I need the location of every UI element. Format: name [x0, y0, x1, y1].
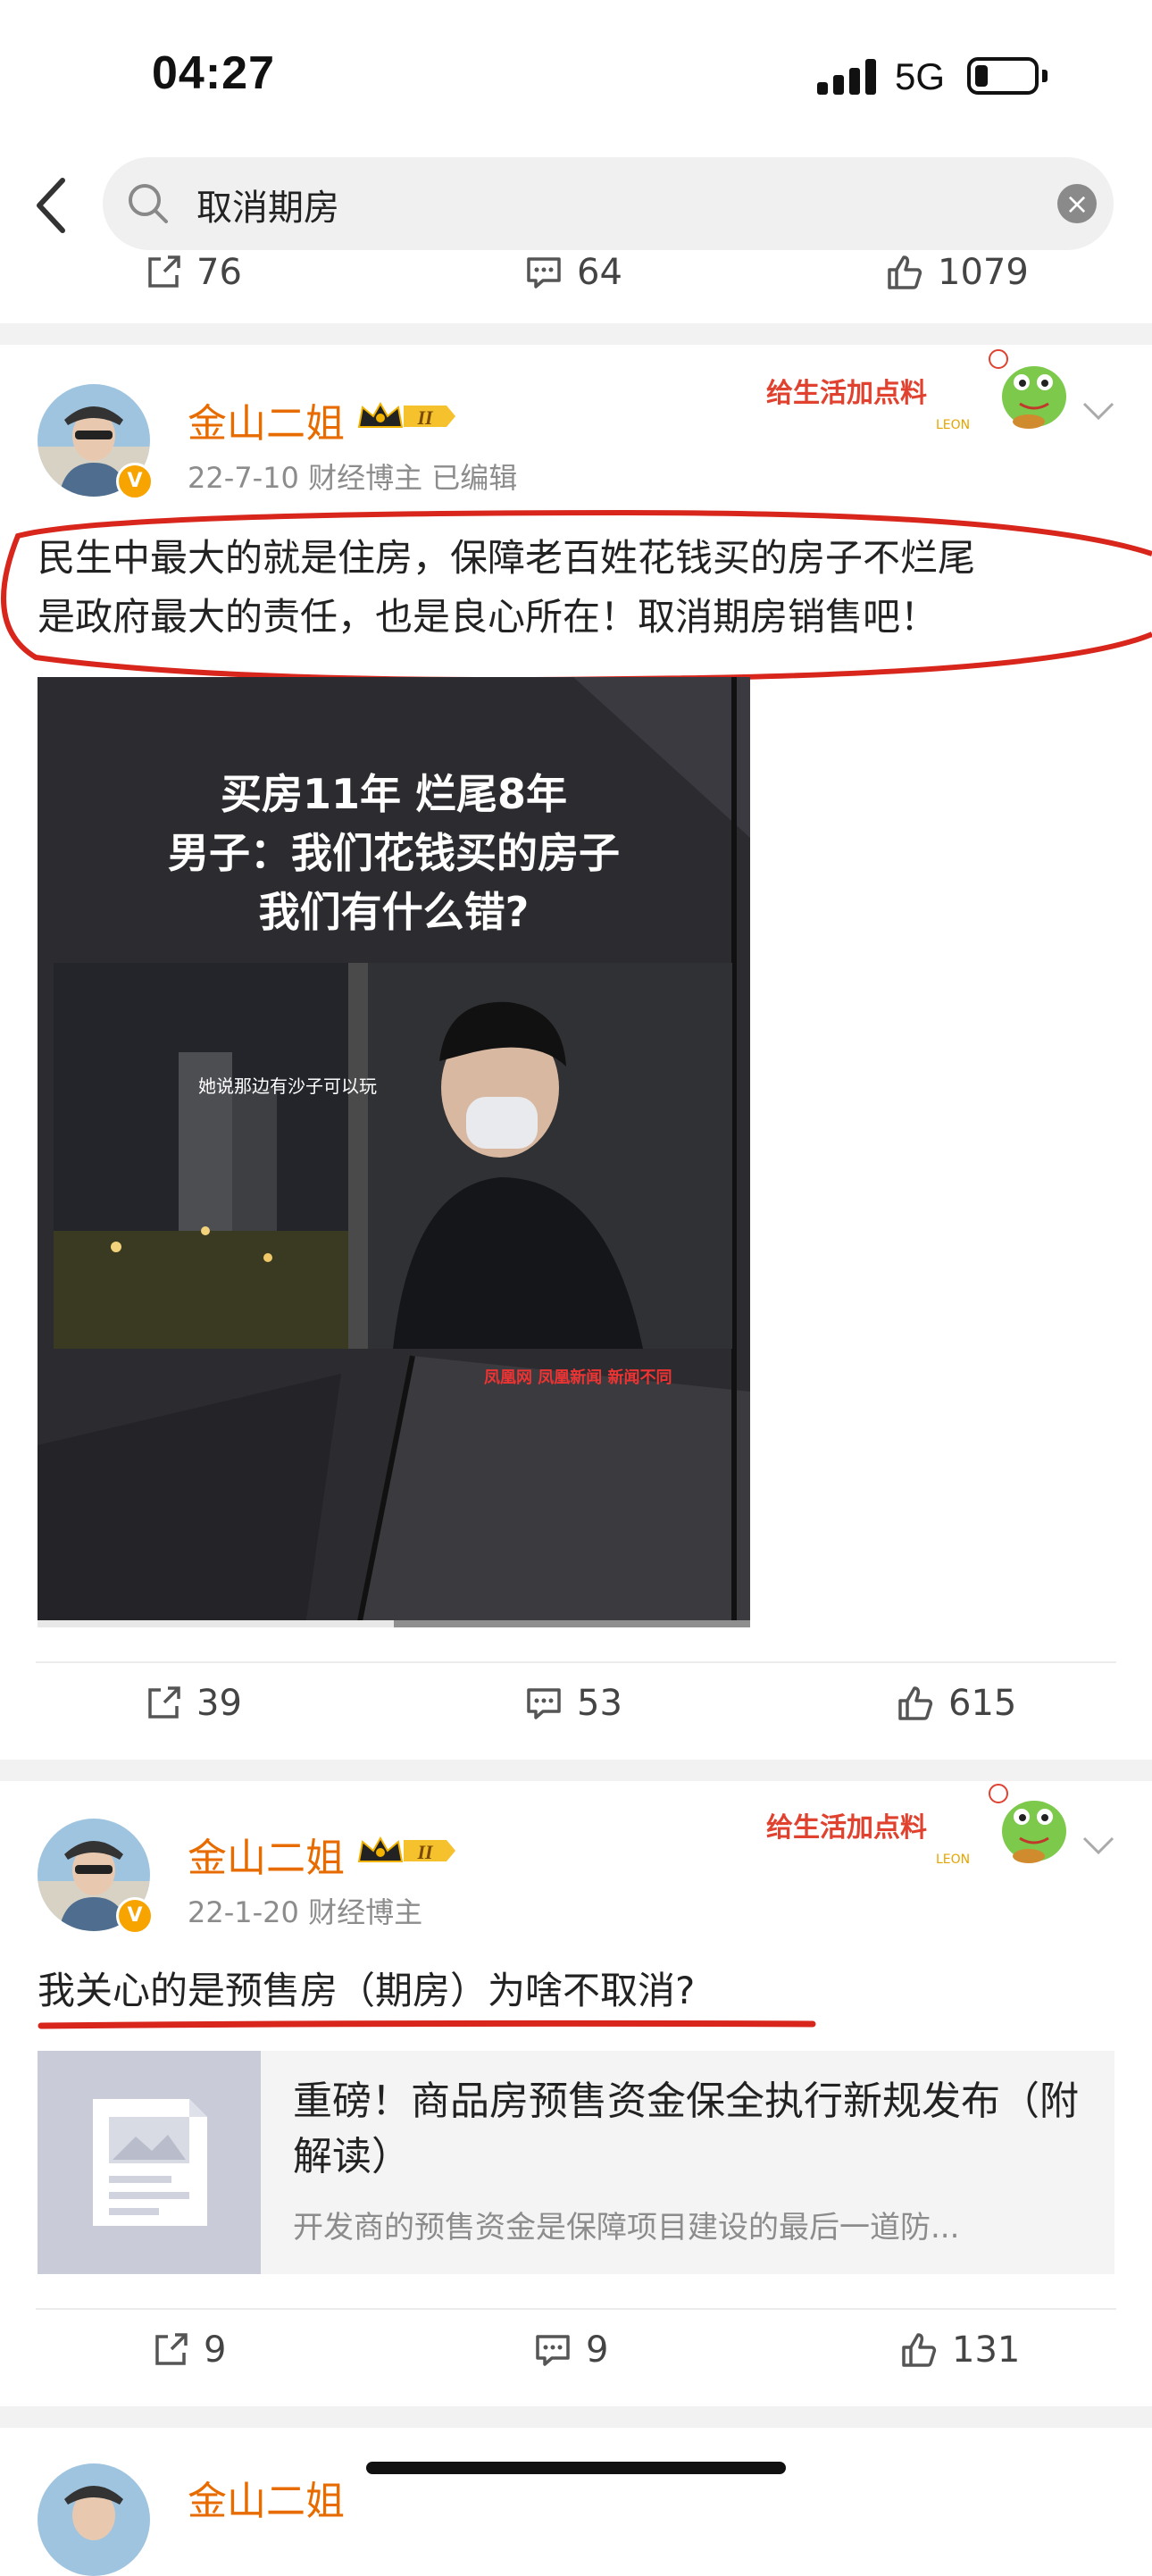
video-player[interactable]: 买房11年 烂尾8年 男子：我们花钱买的房子 我们有什么错? 她说那边有沙子可以… [38, 677, 750, 1626]
comment-button[interactable]: 53 [523, 1683, 622, 1724]
like-button[interactable]: 615 [895, 1683, 1016, 1724]
battery-icon [967, 57, 1039, 95]
search-icon [125, 180, 171, 227]
sticker-decoration: 给生活加点料 LEON [761, 1776, 1082, 1874]
avatar[interactable] [38, 2463, 150, 2576]
author-name[interactable]: 金山二姐 [188, 2469, 345, 2526]
like-button[interactable]: 131 [898, 2329, 1020, 2371]
avatar-image [38, 2463, 150, 2576]
comment-icon [536, 2335, 570, 2366]
comment-button[interactable]: 64 [523, 252, 622, 293]
post-separator [0, 2406, 1152, 2428]
chevron-down-icon [1082, 402, 1114, 421]
red-underline-annotation [38, 2020, 816, 2029]
comment-count: 53 [577, 1683, 622, 1724]
crown-rank-icon: II [357, 398, 457, 434]
sticker-decoration: 给生活加点料 LEON [761, 341, 1082, 439]
status-time: 04:27 [152, 47, 275, 99]
post-menu-button[interactable] [1081, 1835, 1116, 1856]
post-menu-button[interactable] [1081, 400, 1116, 422]
video-scene-image [54, 963, 732, 1349]
divider [36, 2308, 1116, 2310]
back-button[interactable] [27, 170, 80, 241]
chevron-down-icon [1082, 1836, 1114, 1855]
repost-button[interactable]: 9 [150, 2329, 226, 2371]
post-meta: 22-1-20 财经博主 [188, 1895, 423, 1929]
thumbs-up-icon [888, 255, 922, 289]
chevron-left-icon [37, 178, 65, 233]
red-ellipse-annotation [1, 509, 1152, 682]
link-title[interactable]: 重磅！商品房预售资金保全执行新规发布（附解读） [293, 2074, 1088, 2185]
repost-button[interactable]: 76 [143, 252, 242, 293]
clear-search-button[interactable]: × [1057, 184, 1097, 223]
network-type: 5G [895, 55, 946, 97]
divider [36, 1661, 1116, 1663]
link-description: 开发商的预售资金是保障项目建设的最后一道防... [293, 2210, 960, 2246]
video-title-line-3: 我们有什么错? [258, 888, 530, 936]
cellular-signal-icon [817, 59, 878, 95]
post-text: 我关心的是预售房（期房）为啥不取消? [38, 1969, 696, 2012]
close-icon: × [1064, 187, 1089, 221]
video-title-line-2: 男子：我们花钱买的房子 [168, 829, 620, 877]
repost-count: 39 [196, 1683, 242, 1724]
thumbs-up-icon [898, 1686, 933, 1720]
repost-count: 76 [196, 252, 242, 293]
comment-button[interactable]: 9 [532, 2329, 608, 2371]
repost-icon [148, 1686, 180, 1719]
verified-badge: V [116, 1897, 154, 1935]
rank-badge-text: II [416, 1841, 434, 1863]
search-query[interactable]: 取消期房 [196, 179, 339, 230]
comment-icon [527, 1688, 561, 1719]
repost-icon [155, 2333, 188, 2365]
repost-count: 9 [204, 2329, 227, 2371]
author-name[interactable]: 金山二姐 [188, 391, 345, 448]
verified-badge: V [116, 463, 154, 500]
sticker-sub: LEON [936, 418, 970, 432]
like-count: 131 [952, 2329, 1021, 2371]
like-count: 1079 [938, 252, 1029, 293]
rank-badge-text: II [416, 406, 434, 429]
comment-icon [527, 257, 561, 289]
post-meta: 22-7-10 财经博主 已编辑 [188, 461, 518, 495]
sticker-sub: LEON [936, 1853, 970, 1867]
video-progress-fill [38, 1620, 394, 1627]
sticker-text: 给生活加点料 [766, 1812, 927, 1844]
author-name[interactable]: 金山二姐 [188, 1826, 345, 1883]
video-title: 买房11年 烂尾8年 男子：我们花钱买的房子 我们有什么错? [38, 765, 750, 941]
home-indicator[interactable] [366, 2462, 786, 2474]
crown-rank-icon: II [357, 1833, 457, 1869]
repost-icon [148, 255, 180, 288]
comment-count: 9 [586, 2329, 609, 2371]
like-button[interactable]: 1079 [884, 252, 1029, 293]
article-thumbnail-icon [38, 2051, 261, 2274]
battery-cap [1042, 70, 1048, 82]
repost-button[interactable]: 39 [143, 1683, 242, 1724]
comment-count: 64 [577, 252, 622, 293]
video-subtitle: 她说那边有沙子可以玩 [198, 1075, 377, 1097]
video-frame [54, 963, 732, 1349]
like-count: 615 [948, 1683, 1017, 1724]
video-title-line-1: 买房11年 烂尾8年 [220, 770, 568, 818]
video-watermark: 凤凰网 凤凰新闻 新闻不同 [484, 1368, 672, 1387]
sticker-text: 给生活加点料 [766, 378, 927, 409]
thumbs-up-icon [902, 2333, 937, 2367]
